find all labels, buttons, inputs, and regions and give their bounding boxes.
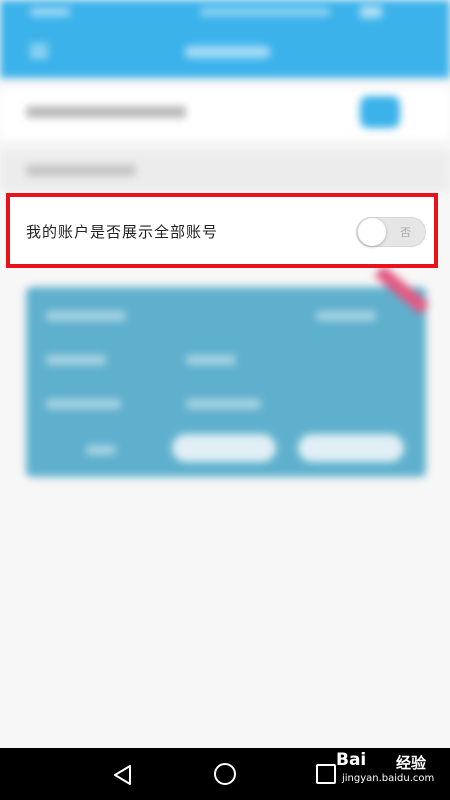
toggle-state-text: 否 (400, 226, 411, 239)
card-line (186, 399, 261, 409)
blurred-setting-row (0, 88, 450, 138)
battery-icon (360, 6, 382, 18)
card-line (46, 399, 121, 409)
square-recent-icon[interactable] (316, 764, 336, 784)
blurred-section-text (26, 165, 136, 176)
baidu-jingyan-watermark: Bai 经验 jingyan.baidu.com (336, 746, 446, 790)
card-line (86, 445, 116, 455)
card-line (316, 311, 376, 321)
triangle-back-icon[interactable] (112, 764, 134, 786)
show-all-accounts-row[interactable]: 我的账户是否展示全部账号 否 (10, 197, 436, 267)
card-ribbon (374, 265, 430, 315)
blurred-row-text (26, 106, 186, 118)
show-all-accounts-toggle[interactable]: 否 (356, 217, 426, 247)
card-line (186, 355, 236, 365)
circle-home-icon[interactable] (214, 763, 236, 785)
hamburger-icon[interactable] (30, 44, 48, 58)
blurred-account-card (26, 265, 430, 477)
watermark-url: jingyan.baidu.com (342, 773, 435, 784)
toggle-knob (358, 218, 386, 246)
blurred-section-header (0, 150, 450, 192)
status-bar-icons (200, 8, 330, 16)
watermark-logo: Bai (336, 750, 367, 770)
card-button (172, 434, 276, 462)
page-title-blurred (185, 46, 270, 58)
status-bar-left (30, 8, 70, 16)
show-all-accounts-label: 我的账户是否展示全部账号 (26, 223, 219, 241)
screen: 我的账户是否展示全部账号 否 Bai 经验 jingyan.baidu.com (0, 0, 450, 800)
card-button (298, 434, 404, 462)
card-line (46, 311, 126, 321)
watermark-logo-suffix: 经验 (396, 754, 427, 772)
blurred-toggle (360, 96, 400, 128)
app-bar (0, 0, 450, 78)
card-line (46, 355, 106, 365)
